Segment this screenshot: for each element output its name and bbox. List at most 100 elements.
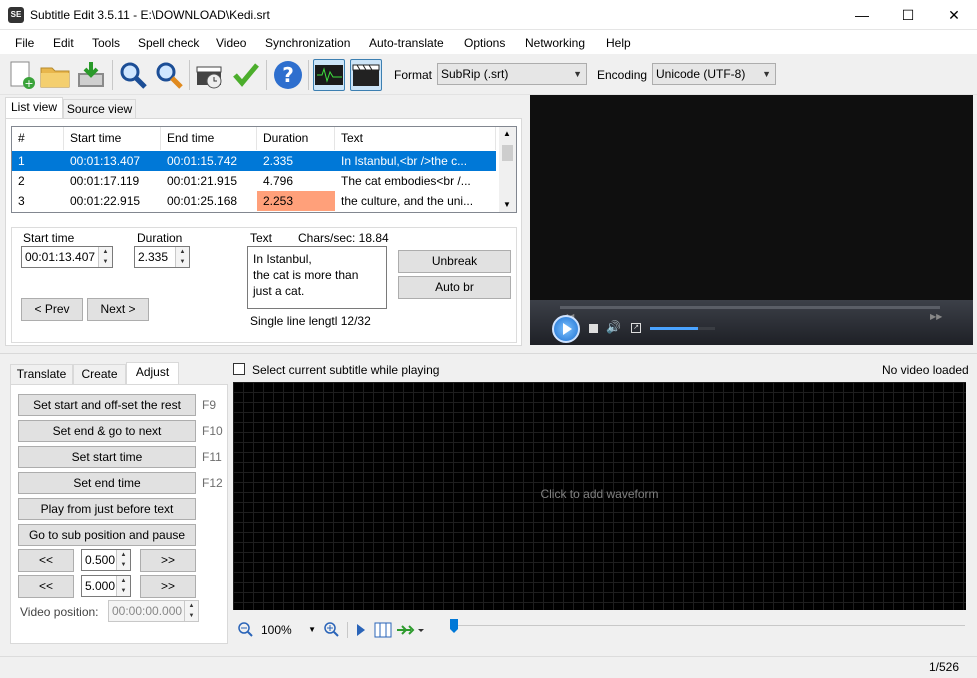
set-end-go-next-button[interactable]: Set end & go to next [18, 420, 196, 442]
insert-subtitle-icon[interactable] [396, 621, 426, 639]
spin-up-icon[interactable]: ▲ [116, 550, 130, 560]
column-header-number[interactable]: # [12, 127, 64, 150]
next-button[interactable]: Next > [87, 298, 149, 321]
subtitle-grid[interactable]: # Start time End time Duration Text 1 00… [11, 126, 517, 213]
step-small-value: 0.500 [85, 553, 116, 567]
format-value: SubRip (.srt) [441, 67, 509, 81]
menu-help[interactable]: Help [606, 36, 631, 50]
spin-up-icon[interactable]: ▲ [98, 247, 112, 257]
spin-down-icon[interactable]: ▼ [175, 257, 189, 267]
step-back-button[interactable]: << [18, 549, 74, 572]
cell-duration-warning: 2.253 [257, 191, 335, 211]
status-bar [0, 656, 977, 678]
video-seek-bar[interactable] [560, 306, 940, 309]
tab-create[interactable]: Create [73, 364, 126, 385]
menu-video[interactable]: Video [216, 36, 246, 50]
step-forward-large-button[interactable]: >> [140, 575, 196, 598]
menu-tools[interactable]: Tools [92, 36, 120, 50]
format-select[interactable]: SubRip (.srt) ▼ [437, 63, 587, 85]
grid-scrollbar[interactable]: ▲ ▼ [499, 127, 516, 212]
step-small-input[interactable]: 0.500 ▲ ▼ [81, 549, 131, 571]
step-large-input[interactable]: 5.000 ▲ ▼ [81, 575, 131, 597]
window-title: Subtitle Edit 3.5.11 - E:\DOWNLOAD\Kedi.… [30, 8, 270, 22]
visual-sync-icon[interactable] [194, 59, 226, 91]
cell-number: 1 [12, 151, 64, 171]
grid-layout-icon[interactable] [374, 621, 392, 639]
column-header-text[interactable]: Text [335, 127, 496, 150]
start-time-input[interactable]: 00:01:13.407 ▲ ▼ [21, 246, 113, 268]
step-forward-button[interactable]: >> [140, 549, 196, 572]
volume-icon[interactable]: 🔊 [606, 320, 621, 334]
zoom-select[interactable]: 100% ▼ [257, 620, 319, 640]
play-icon[interactable] [552, 315, 580, 343]
tab-source-view[interactable]: Source view [63, 99, 136, 120]
waveform-toggle-icon[interactable] [313, 59, 345, 91]
scrollbar-thumb[interactable] [502, 145, 513, 161]
tab-list-view[interactable]: List view [5, 97, 63, 120]
maximize-button[interactable]: ☐ [885, 0, 931, 30]
spin-up-icon[interactable]: ▲ [175, 247, 189, 257]
table-row[interactable]: 2 00:01:17.119 00:01:21.915 4.796 The ca… [12, 171, 496, 191]
column-header-end-time[interactable]: End time [161, 127, 257, 150]
menu-file[interactable]: File [15, 36, 34, 50]
table-row[interactable]: 3 00:01:22.915 00:01:25.168 2.253 the cu… [12, 191, 496, 211]
play-before-text-button[interactable]: Play from just before text [18, 498, 196, 520]
app-icon: SE [8, 7, 24, 23]
prev-button[interactable]: < Prev [21, 298, 83, 321]
zoom-in-icon[interactable] [323, 621, 339, 637]
select-current-checkbox[interactable] [233, 363, 245, 375]
cell-number: 2 [18, 174, 25, 188]
text-label: Text [250, 231, 273, 245]
volume-slider[interactable] [650, 327, 715, 330]
status-position: 1/526 [929, 660, 960, 674]
video-toggle-icon[interactable] [350, 59, 382, 91]
new-file-icon[interactable]: + [6, 59, 38, 91]
spin-down-icon[interactable]: ▼ [116, 586, 130, 596]
tab-adjust[interactable]: Adjust [126, 362, 179, 385]
chevron-up-icon[interactable]: ▲ [503, 129, 511, 138]
menu-synchronization[interactable]: Synchronization [265, 36, 350, 50]
set-start-time-button[interactable]: Set start time [18, 446, 196, 468]
help-icon[interactable]: ? [272, 59, 304, 91]
text-line: just a cat. [253, 284, 305, 298]
splitter[interactable] [0, 353, 977, 354]
menu-spell-check[interactable]: Spell check [138, 36, 199, 50]
spin-down-icon[interactable]: ▼ [98, 257, 112, 267]
open-folder-icon[interactable] [39, 59, 71, 91]
menu-networking[interactable]: Networking [525, 36, 585, 50]
minimize-button[interactable]: — [839, 0, 885, 30]
start-time-value: 00:01:13.407 [25, 250, 96, 264]
menu-edit[interactable]: Edit [53, 36, 74, 50]
play-icon[interactable] [355, 623, 367, 637]
replace-icon[interactable] [153, 59, 185, 91]
column-header-duration[interactable]: Duration [257, 127, 335, 150]
go-to-sub-position-button[interactable]: Go to sub position and pause [18, 524, 196, 546]
spin-up-icon[interactable]: ▲ [116, 576, 130, 586]
spell-check-icon[interactable] [230, 59, 262, 91]
duration-input[interactable]: 2.335 ▲ ▼ [134, 246, 190, 268]
save-icon[interactable] [75, 59, 107, 91]
menu-options[interactable]: Options [464, 36, 505, 50]
chevron-down-icon[interactable]: ▼ [503, 200, 511, 209]
waveform-position-track[interactable] [455, 625, 965, 626]
stop-icon[interactable] [589, 324, 598, 333]
table-row[interactable]: 1 00:01:13.407 00:01:15.742 2.335 In Ist… [12, 151, 496, 171]
column-header-start-time[interactable]: Start time [64, 127, 161, 150]
tab-translate[interactable]: Translate [10, 364, 73, 385]
step-back-large-button[interactable]: << [18, 575, 74, 598]
auto-br-button[interactable]: Auto br [398, 276, 511, 299]
fast-forward-icon[interactable]: ▶▶ [930, 312, 942, 321]
menu-auto-translate[interactable]: Auto-translate [369, 36, 444, 50]
set-start-offset-button[interactable]: Set start and off-set the rest [18, 394, 196, 416]
fullscreen-icon[interactable]: ↗ [631, 323, 641, 333]
set-end-time-button[interactable]: Set end time [18, 472, 196, 494]
spin-down-icon[interactable]: ▼ [116, 560, 130, 570]
subtitle-text-input[interactable]: In Istanbul, the cat is more than just a… [247, 246, 387, 309]
zoom-out-icon[interactable] [237, 621, 253, 637]
find-icon[interactable] [117, 59, 149, 91]
duration-value: 2.335 [138, 250, 169, 264]
unbreak-button[interactable]: Unbreak [398, 250, 511, 273]
close-button[interactable]: ✕ [931, 0, 977, 30]
encoding-select[interactable]: Unicode (UTF-8) ▼ [652, 63, 776, 85]
waveform-position-thumb[interactable] [449, 618, 459, 634]
